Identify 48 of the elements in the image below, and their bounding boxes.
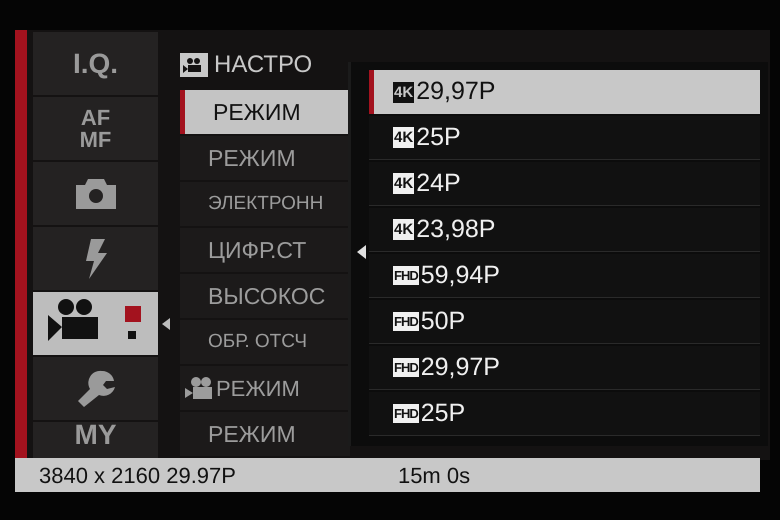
movie-camera-icon	[180, 53, 208, 77]
option-row[interactable]: FHD 50P	[369, 300, 760, 344]
format-badge: FHD	[393, 358, 419, 377]
menu-tab[interactable]	[33, 162, 158, 225]
menu-tab[interactable]	[33, 292, 158, 355]
frame-rate: 29,97P	[416, 76, 496, 108]
menu-item[interactable]: РЕЖИМ	[180, 412, 350, 456]
option-row[interactable]: 4K 23,98P	[369, 208, 760, 252]
format-badge: 4K	[393, 82, 414, 102]
format-badge: 4K	[393, 219, 414, 240]
menu-item[interactable]: РЕЖИМ	[180, 366, 350, 410]
menu-tab[interactable]: MY	[33, 422, 158, 460]
format-badge: FHD	[393, 266, 419, 285]
menu-item[interactable]: ЦИФР.СТ	[180, 228, 350, 272]
frame-rate: 25P	[416, 122, 461, 153]
frame-rate: 23,98P	[416, 214, 496, 245]
menu-item[interactable]: ЭЛЕКТРОНН	[180, 182, 350, 226]
menu-tab[interactable]	[33, 357, 158, 420]
menu-title: НАСТРО	[214, 50, 312, 80]
option-row[interactable]: 4K 24P	[369, 162, 760, 206]
menu-item[interactable]: ОБР. ОТСЧ	[180, 320, 350, 364]
frame-rate: 50P	[420, 306, 466, 337]
resolution-label: 3840 x 2160 29.97P	[39, 462, 236, 490]
option-row[interactable]: 4K 25P	[369, 116, 760, 160]
menu-item[interactable]: ВЫСОКОС	[180, 274, 350, 318]
movie-camera-icon	[184, 376, 214, 400]
camera-icon	[74, 176, 118, 210]
frame-rate: 29,97P	[420, 352, 500, 383]
pointer-icon	[357, 245, 366, 259]
option-row[interactable]: FHD 29,97P	[369, 346, 760, 390]
pointer-icon	[162, 318, 170, 330]
format-badge: 4K	[393, 127, 414, 148]
format-badge: 4K	[393, 173, 414, 194]
menu-tab[interactable]	[33, 227, 158, 290]
option-row[interactable]: FHD 25P	[369, 392, 760, 436]
frame-rate: 24P	[416, 168, 461, 199]
menu-item[interactable]: РЕЖИМ	[180, 90, 350, 134]
menu-tab[interactable]: I.Q.	[33, 32, 158, 95]
frame-rate: 25P	[420, 398, 466, 429]
recording-time: 15m 0s	[398, 462, 470, 490]
menu-item[interactable]: РЕЖИМ	[180, 136, 350, 180]
menu-tab[interactable]: AF MF	[33, 97, 158, 160]
wrench-icon	[76, 368, 116, 408]
format-badge: FHD	[393, 404, 419, 423]
format-badge: FHD	[393, 312, 419, 331]
option-row[interactable]: 4K 29,97P	[369, 70, 760, 114]
option-row[interactable]: FHD 59,94P	[369, 254, 760, 298]
frame-rate: 59,94P	[420, 260, 500, 291]
